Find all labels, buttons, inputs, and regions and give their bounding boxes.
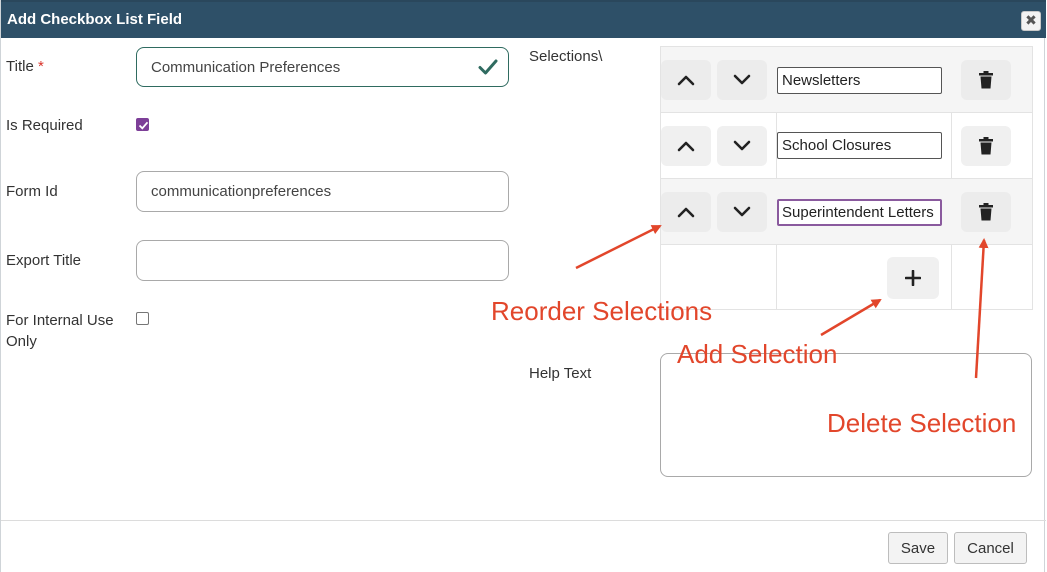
chevron-up-icon: [677, 75, 695, 86]
export-title-input[interactable]: [136, 240, 509, 281]
annotation-delete: Delete Selection: [827, 408, 1017, 438]
move-up-button[interactable]: [661, 192, 711, 232]
help-text-label: Help Text: [529, 365, 592, 382]
selection-row: School Closures: [661, 113, 1032, 179]
chevron-down-icon: [733, 140, 751, 151]
move-up-button[interactable]: [661, 60, 711, 100]
is-required-checkbox[interactable]: [136, 118, 149, 131]
close-button[interactable]: ✖: [1021, 11, 1041, 31]
form-id-label: Form Id: [6, 183, 58, 200]
annotation-reorder: Reorder Selections: [491, 296, 713, 326]
dialog-title: Add Checkbox List Field: [7, 11, 183, 28]
trash-icon: [979, 137, 993, 155]
selections-table: Newsletters School Closures Superintende…: [660, 46, 1033, 310]
chevron-down-icon: [733, 74, 751, 85]
export-title-label: Export Title: [6, 252, 82, 269]
selections-label: Selections\: [529, 48, 603, 65]
is-required-label: Is Required: [6, 117, 83, 134]
chevron-up-icon: [677, 207, 695, 218]
annotation-add: Add Selection: [677, 339, 838, 369]
delete-selection-button[interactable]: [961, 192, 1011, 232]
footer-divider: [1, 520, 1046, 521]
required-marker: *: [37, 58, 44, 75]
form-id-value: communicationpreferences: [151, 183, 332, 200]
checkmark-icon: [138, 121, 149, 130]
internal-use-label: For Internal Use Only: [6, 310, 114, 352]
delete-selection-button[interactable]: [961, 126, 1011, 166]
move-down-button[interactable]: [717, 60, 767, 100]
move-down-button[interactable]: [717, 192, 767, 232]
valid-check-icon: [478, 59, 498, 75]
add-checkbox-list-field-dialog: Add Checkbox List Field ✖ Title * Commun…: [0, 0, 1046, 572]
selection-row: Newsletters: [661, 47, 1032, 113]
cancel-button[interactable]: Cancel: [954, 532, 1027, 564]
internal-use-checkbox[interactable]: [136, 312, 149, 325]
plus-icon: [905, 270, 921, 286]
close-icon: ✖: [1025, 12, 1037, 28]
move-down-button[interactable]: [717, 126, 767, 166]
internal-use-label-line1: For Internal Use: [6, 312, 114, 329]
selection-row: Superintendent Letters: [661, 179, 1032, 245]
move-up-button[interactable]: [661, 126, 711, 166]
selection-input[interactable]: Superintendent Letters: [777, 199, 942, 226]
title-input[interactable]: Communication Preferences: [136, 47, 509, 87]
selection-input[interactable]: Newsletters: [777, 67, 942, 94]
form-id-input[interactable]: communicationpreferences: [136, 171, 509, 212]
chevron-down-icon: [733, 206, 751, 217]
chevron-up-icon: [677, 141, 695, 152]
delete-selection-button[interactable]: [961, 60, 1011, 100]
title-input-value: Communication Preferences: [151, 58, 341, 76]
save-button[interactable]: Save: [888, 532, 948, 564]
title-label-text: Title: [6, 58, 34, 75]
internal-use-label-line2: Only: [6, 333, 37, 350]
trash-icon: [979, 71, 993, 89]
title-label: Title *: [6, 56, 44, 77]
dialog-titlebar: Add Checkbox List Field ✖: [1, 0, 1046, 38]
add-selection-button[interactable]: [887, 257, 939, 299]
trash-icon: [979, 203, 993, 221]
selection-input[interactable]: School Closures: [777, 132, 942, 159]
